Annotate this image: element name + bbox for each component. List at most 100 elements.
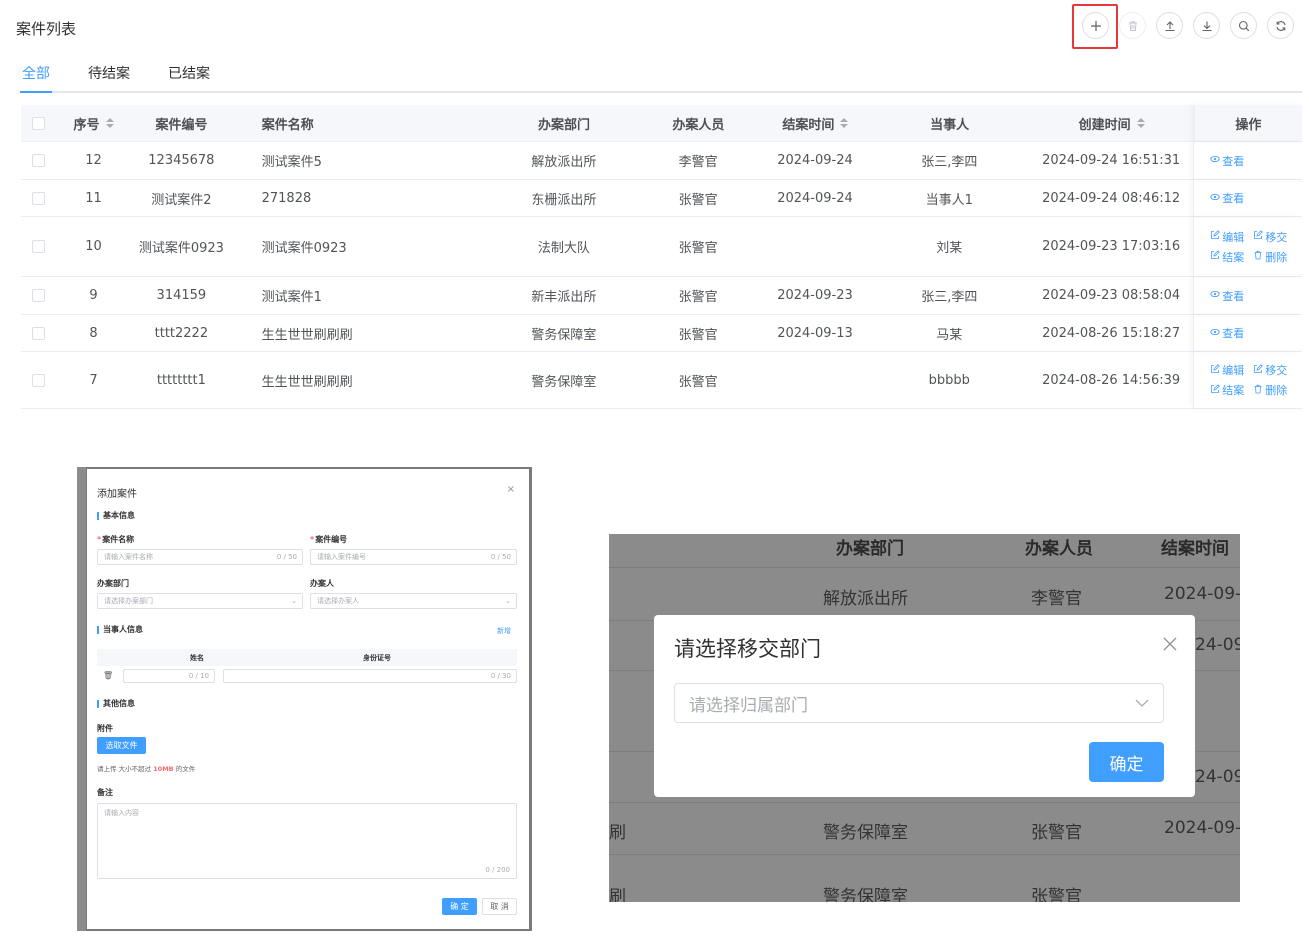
bg-header-dept: 办案部门 xyxy=(836,539,904,559)
trash-icon[interactable]: 🗑 xyxy=(103,671,113,680)
party-id-input[interactable]: 0 / 30 xyxy=(223,669,517,683)
case-table: 序号 案件编号 案件名称 办案部门 办案人员 结案时间 当事人 创建时间 操作 … xyxy=(21,105,1302,409)
view-link[interactable]: 查看 xyxy=(1210,325,1244,341)
cell-seq: 12 xyxy=(85,153,102,168)
transfer-screenshot: 办案部门 办案人员 结案时间 解放派出所 李警官 2024-09-2 24-09… xyxy=(609,534,1240,902)
bg-cell: 李警官 xyxy=(1031,589,1082,609)
attach-label: 附件 xyxy=(97,724,113,733)
page-title: 案件列表 xyxy=(16,20,77,38)
upload-icon xyxy=(1165,20,1174,31)
status-tabs: 全部 待结案 已结案 xyxy=(20,64,1302,93)
row-checkbox[interactable] xyxy=(31,373,45,387)
cell-seq: 8 xyxy=(89,325,98,341)
row-checkbox[interactable] xyxy=(31,289,45,302)
col-create-time[interactable]: 创建时间 xyxy=(1029,105,1193,141)
sort-icon[interactable] xyxy=(105,118,114,128)
view-link[interactable]: 查看 xyxy=(1210,288,1244,304)
table-row[interactable]: 8 tttt2222 生生世世刷刷刷 警务保障室 张警官 2024-09-13 … xyxy=(21,315,1302,352)
dept-label: 办案部门 xyxy=(97,579,129,588)
case-no-label: *案件编号 xyxy=(310,535,348,544)
row-checkbox[interactable] xyxy=(31,326,45,340)
search-icon xyxy=(1238,20,1249,31)
eye-icon xyxy=(1210,289,1220,302)
case-name-input[interactable]: 请输入案件名称 0 / 50 xyxy=(97,549,303,565)
col-end-time[interactable]: 结案时间 xyxy=(761,105,870,141)
dept-select[interactable]: 请选择办案部门 ⌄ xyxy=(97,593,303,609)
cell-ops: 查看 xyxy=(1193,277,1302,314)
edit-link[interactable]: 编辑 xyxy=(1210,362,1244,378)
col-seq[interactable]: 序号 xyxy=(56,105,131,141)
edit-icon xyxy=(1210,250,1221,263)
cell-case-no: 测试案件0923 xyxy=(138,241,224,256)
sort-icon[interactable] xyxy=(1136,118,1145,128)
choose-file-button[interactable]: 选取文件 xyxy=(97,737,146,754)
handler-select[interactable]: 请选择办案人 ⌄ xyxy=(310,593,517,609)
table-row[interactable]: 7 tttttttt1 生生世世刷刷刷 警务保障室 张警官 bbbbb 2024… xyxy=(21,352,1302,409)
cell-case-no: tttt2222 xyxy=(154,325,209,341)
cell-create-time: 2024-08-26 14:56:39 xyxy=(1042,372,1181,388)
table-row[interactable]: 10 测试案件0923 测试案件0923 法制大队 张警官 刘某 2024-09… xyxy=(21,217,1302,277)
close-icon[interactable]: × xyxy=(507,484,515,495)
col-party: 当事人 xyxy=(930,117,970,133)
bg-cell: 警务保障室 xyxy=(823,887,908,902)
bg-header-handler: 办案人员 xyxy=(1025,539,1093,559)
party-name-input[interactable]: 0 / 10 xyxy=(123,669,215,683)
cell-case-no: 测试案件2 xyxy=(151,192,212,208)
col-ops: 操作 xyxy=(1193,105,1302,141)
bg-cell: 24-09-2 xyxy=(1195,635,1240,655)
row-checkbox[interactable] xyxy=(31,154,45,167)
refresh-button[interactable] xyxy=(1267,12,1294,39)
cell-seq: 9 xyxy=(89,288,98,303)
remark-textarea[interactable]: 请输入内容 0 / 200 xyxy=(97,803,517,879)
download-icon xyxy=(1202,21,1211,31)
add-button[interactable] xyxy=(1082,12,1109,39)
confirm-button[interactable]: 确 定 xyxy=(442,898,477,915)
cell-seq: 7 xyxy=(89,372,98,388)
cell-end-time xyxy=(760,217,869,276)
transfer-link[interactable]: 移交 xyxy=(1253,229,1287,245)
table-row[interactable]: 12 12345678 测试案件5 解放派出所 李警官 2024-09-24 张… xyxy=(21,142,1302,180)
add-party-link[interactable]: 新增 xyxy=(497,626,511,636)
upload-hint: 请上传 大小不超过 10MB 的文件 xyxy=(97,765,196,773)
view-link[interactable]: 查看 xyxy=(1210,190,1244,206)
tab-closed[interactable]: 已结案 xyxy=(166,64,212,93)
cancel-button[interactable]: 取 消 xyxy=(482,898,517,915)
cell-party: bbbbb xyxy=(928,372,970,388)
cell-handler: 张警官 xyxy=(678,374,718,390)
table-row[interactable]: 9 314159 测试案件1 新丰派出所 张警官 2024-09-23 张三,李… xyxy=(21,277,1302,315)
search-button[interactable] xyxy=(1230,12,1257,39)
edit-icon xyxy=(1210,383,1221,397)
cell-handler: 张警官 xyxy=(678,241,718,256)
cell-handler: 张警官 xyxy=(678,290,718,305)
remark-label: 备注 xyxy=(97,788,113,797)
dept-select[interactable]: 请选择归属部门 xyxy=(674,683,1164,723)
edit-link[interactable]: 编辑 xyxy=(1210,229,1244,245)
select-all-checkbox[interactable] xyxy=(31,116,45,130)
sort-icon[interactable] xyxy=(840,118,849,128)
close-case-link[interactable]: 结案 xyxy=(1210,382,1244,398)
case-no-input[interactable]: 请输入案件编号 0 / 50 xyxy=(310,549,517,565)
upload-button[interactable] xyxy=(1156,12,1183,39)
add-case-screenshot: 添加案件 × 基本信息 *案件名称 请输入案件名称 0 / 50 *案件编号 请输… xyxy=(77,467,532,931)
bg-header-end: 结案时间 xyxy=(1161,539,1229,559)
row-checkbox[interactable] xyxy=(31,240,45,253)
cell-ops: 编辑 移交 结案 删除 xyxy=(1193,352,1302,408)
view-link[interactable]: 查看 xyxy=(1210,153,1244,169)
close-icon[interactable] xyxy=(1163,637,1177,651)
delete-button[interactable] xyxy=(1119,12,1146,39)
row-checkbox[interactable] xyxy=(31,191,45,205)
transfer-link[interactable]: 移交 xyxy=(1253,362,1287,378)
bg-cell: 2024-09-2 xyxy=(1164,584,1240,604)
table-row[interactable]: 11 测试案件2 271828 东栅派出所 张警官 2024-09-24 当事人… xyxy=(21,180,1302,217)
cell-end-time: 2024-09-23 xyxy=(777,288,853,303)
delete-link[interactable]: 删除 xyxy=(1253,382,1287,398)
confirm-button[interactable]: 确定 xyxy=(1089,742,1164,782)
chevron-down-icon xyxy=(1135,699,1149,707)
cell-dept: 警务保障室 xyxy=(531,374,597,390)
tab-all[interactable]: 全部 xyxy=(20,64,52,93)
delete-link[interactable]: 删除 xyxy=(1253,249,1287,265)
close-case-link[interactable]: 结案 xyxy=(1210,249,1244,265)
tab-pending[interactable]: 待结案 xyxy=(86,64,132,93)
cell-ops: 查看 xyxy=(1193,142,1302,179)
download-button[interactable] xyxy=(1193,12,1220,39)
